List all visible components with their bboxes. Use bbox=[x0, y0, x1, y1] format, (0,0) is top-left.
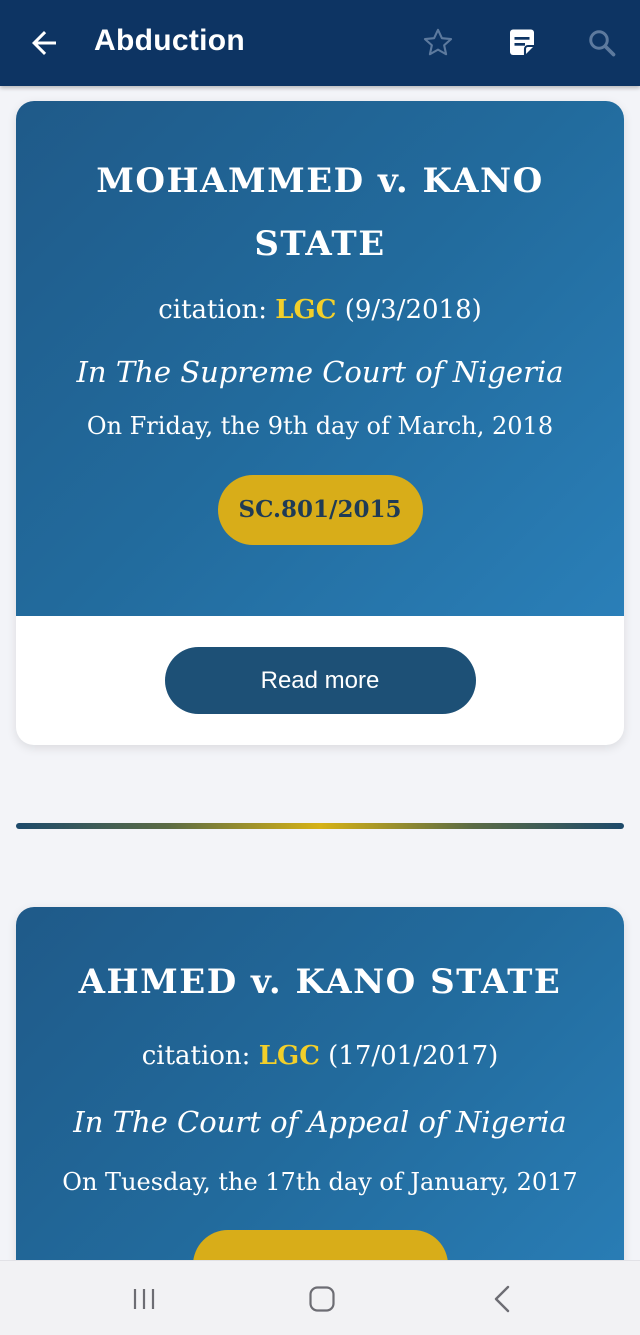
arrow-left-icon[interactable] bbox=[26, 25, 62, 61]
case-title: MOHAMMED v. KANO STATE bbox=[96, 161, 544, 264]
citation-prefix: citation: bbox=[141, 1041, 259, 1071]
citation-date: (17/01/2017) bbox=[319, 1041, 499, 1071]
recent-apps-icon[interactable] bbox=[126, 1281, 162, 1317]
case-card-header: MOHAMMED v. KANO STATE citation: LGC (9/… bbox=[16, 101, 624, 616]
case-card: AHMED v. KANO STATE citation: LGC (17/01… bbox=[16, 907, 624, 1260]
read-more-button[interactable]: Read more bbox=[164, 647, 476, 714]
back-icon[interactable] bbox=[484, 1281, 520, 1317]
citation: citation: LGC (17/01/2017) bbox=[16, 1034, 624, 1078]
case-card: MOHAMMED v. KANO STATE citation: LGC (9/… bbox=[16, 101, 624, 745]
notes-icon[interactable] bbox=[504, 25, 540, 61]
page-title: Abduction bbox=[94, 24, 246, 57]
section-divider bbox=[16, 823, 624, 829]
star-icon[interactable] bbox=[420, 25, 456, 61]
court-name: In The Court of Appeal of Nigeria bbox=[73, 1105, 567, 1139]
citation-prefix: citation: bbox=[158, 295, 276, 325]
court-name: In The Supreme Court of Nigeria bbox=[76, 355, 564, 389]
citation-date: (9/3/2018) bbox=[336, 295, 482, 325]
search-icon[interactable] bbox=[584, 25, 620, 61]
citation: citation: LGC (9/3/2018) bbox=[16, 288, 624, 332]
judgment-date: On Tuesday, the 17th day of January, 201… bbox=[62, 1168, 578, 1196]
suit-number-badge[interactable] bbox=[192, 1230, 448, 1260]
case-card-header: AHMED v. KANO STATE citation: LGC (17/01… bbox=[16, 907, 624, 1260]
citation-code: LGC bbox=[258, 1041, 320, 1071]
app-bar: Abduction bbox=[0, 0, 640, 86]
judgment-date: On Friday, the 9th day of March, 2018 bbox=[86, 412, 554, 440]
system-navigation-bar bbox=[0, 1260, 640, 1335]
case-list[interactable]: MOHAMMED v. KANO STATE citation: LGC (9/… bbox=[0, 86, 640, 1260]
citation-code: LGC bbox=[275, 295, 337, 325]
home-icon[interactable] bbox=[304, 1281, 340, 1317]
suit-number-badge[interactable]: SC.801/2015 bbox=[217, 475, 423, 545]
case-title: AHMED v. KANO STATE bbox=[78, 962, 562, 1002]
